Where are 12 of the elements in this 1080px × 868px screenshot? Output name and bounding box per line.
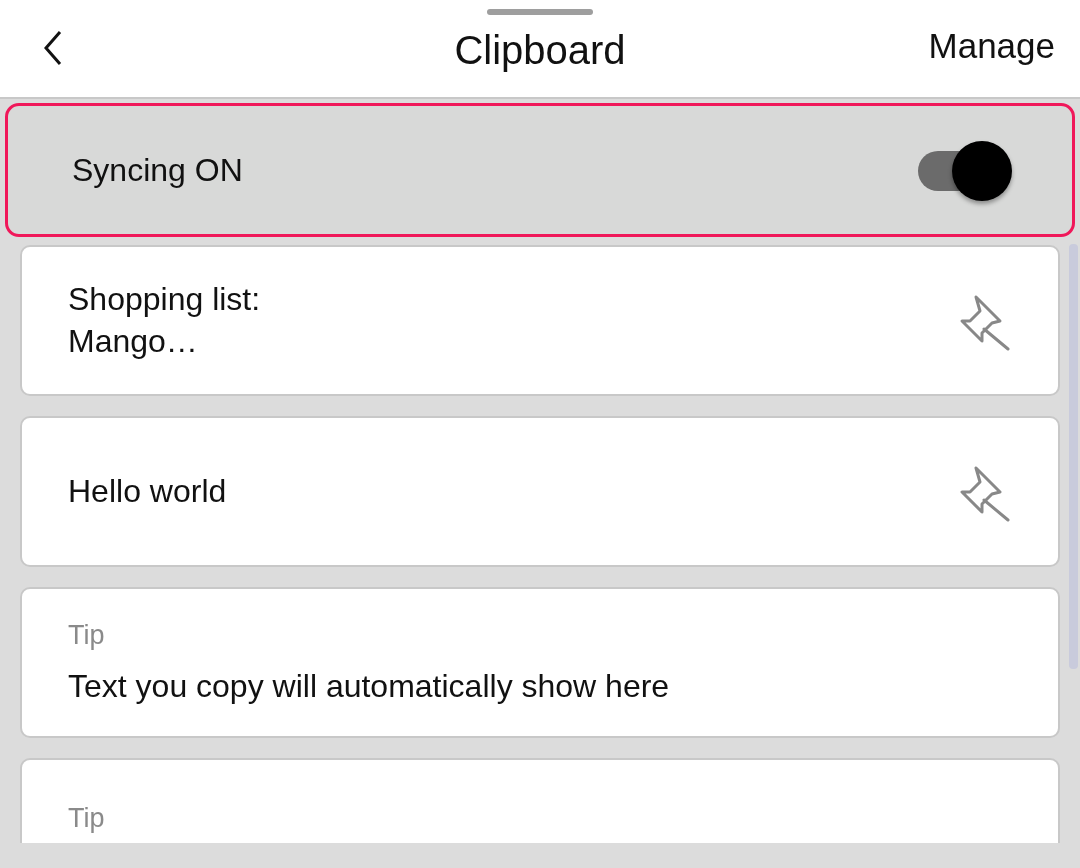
- drag-handle[interactable]: [487, 9, 593, 15]
- tip-label: Tip: [68, 802, 105, 835]
- manage-button[interactable]: Manage: [928, 28, 1055, 63]
- tip-label: Tip: [68, 619, 106, 653]
- clip-text: Hello world: [68, 471, 227, 511]
- clip-card[interactable]: Hello world: [20, 416, 1060, 567]
- clip-card[interactable]: Shopping list: Mango…: [20, 245, 1060, 396]
- sync-label: Syncing ON: [72, 151, 243, 190]
- clip-text: Shopping list: Mango…: [68, 279, 261, 361]
- screen-title: Clipboard: [454, 30, 626, 70]
- tip-text: Text you copy will automatically show here: [68, 666, 670, 706]
- tip-card[interactable]: Tip Text you copy will automatically show here: [20, 587, 1060, 738]
